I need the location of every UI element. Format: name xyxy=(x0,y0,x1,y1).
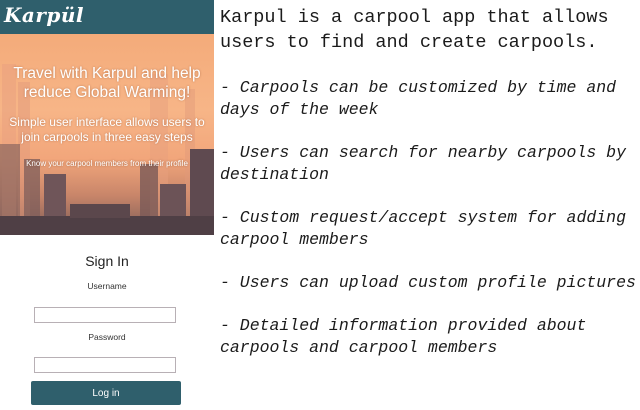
hero-text-block: Travel with Karpul and help reduce Globa… xyxy=(0,64,214,169)
username-label: Username xyxy=(87,281,127,291)
app-description: Karpul is a carpool app that allows user… xyxy=(220,6,640,359)
hero-title: Travel with Karpul and help reduce Globa… xyxy=(13,65,201,101)
karpul-logo[interactable]: Karpül xyxy=(4,3,84,27)
sign-in-title: Sign In xyxy=(85,253,129,269)
log-in-button[interactable]: Log in xyxy=(31,381,181,405)
hero-subtitle: Simple user interface allows users to jo… xyxy=(9,115,205,144)
hero-note: Know your carpool members from their pro… xyxy=(26,159,188,168)
intro-text: Karpul is a carpool app that allows user… xyxy=(220,7,609,53)
hero-banner: Travel with Karpul and help reduce Globa… xyxy=(0,34,214,235)
feature-list: - Carpools can be customized by time and… xyxy=(220,77,640,359)
username-input[interactable] xyxy=(34,307,176,323)
app-preview-panel: Karpül Travel with Karpul and help reduc… xyxy=(0,0,214,410)
feature-item: - Detailed information provided about ca… xyxy=(220,316,587,357)
password-input[interactable] xyxy=(34,357,176,373)
feature-item: - Users can upload custom profile pictur… xyxy=(220,273,636,292)
feature-item: - Carpools can be customized by time and… xyxy=(220,78,617,119)
sign-in-form: Sign In Username Password Log in xyxy=(0,235,214,410)
password-label: Password xyxy=(88,332,126,342)
app-header-bar: Karpül xyxy=(0,0,214,34)
feature-item: - Custom request/accept system for addin… xyxy=(220,208,626,249)
feature-item: - Users can search for nearby carpools b… xyxy=(220,143,626,184)
